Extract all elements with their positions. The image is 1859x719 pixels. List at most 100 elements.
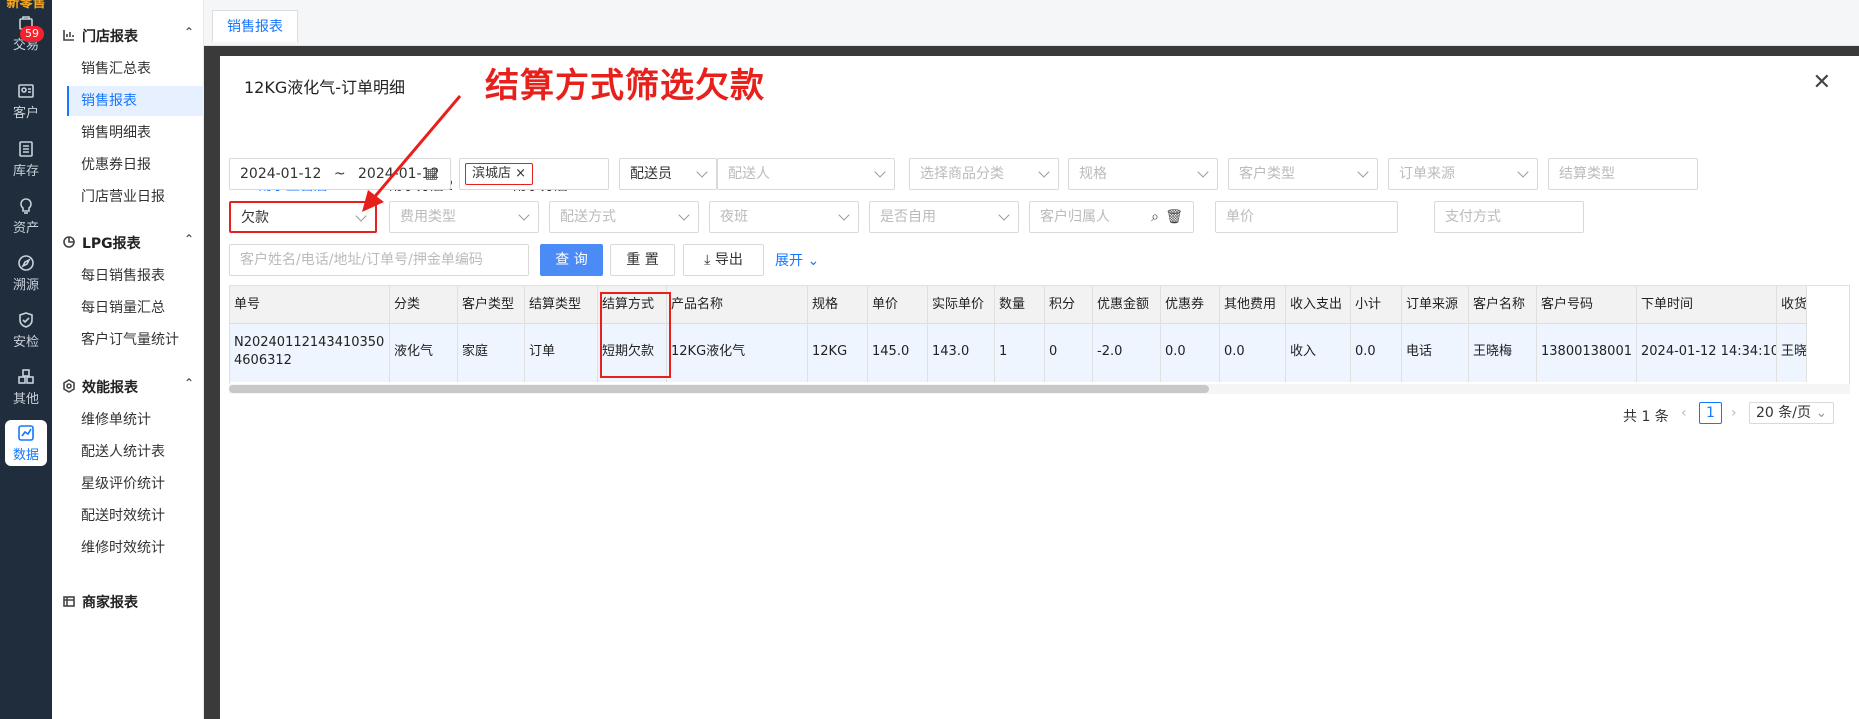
table-header-cell: 收入支出 xyxy=(1286,286,1351,324)
rail-label: 其他 xyxy=(12,392,39,407)
table-cell: N202401121434103504606312 xyxy=(230,324,390,382)
shift-select[interactable]: 夜班 xyxy=(709,201,859,233)
table-cell: 143.0 xyxy=(928,324,995,382)
horizontal-scrollbar[interactable] xyxy=(229,384,1850,394)
page-1[interactable]: 1 xyxy=(1699,402,1722,424)
rail-item-asset[interactable]: 资产 xyxy=(0,193,52,243)
prev-page-icon[interactable]: ‹ xyxy=(1681,405,1687,421)
sidebar-group-lpg-reports[interactable]: LPG报表 ⌃ xyxy=(52,230,204,256)
deliverer-select[interactable]: 配送人 xyxy=(717,158,895,190)
table-header-cell: 积分 xyxy=(1045,286,1093,324)
sidebar-item-repair-stats[interactable]: 维修单统计 xyxy=(67,405,204,435)
sidebar-group-efficiency-reports[interactable]: 效能报表 ⌃ xyxy=(52,374,204,400)
rail-item-data[interactable]: 数据 xyxy=(5,420,47,466)
sidebar-item-repair-timeliness[interactable]: 维修时效统计 xyxy=(67,533,204,563)
export-button[interactable]: ⤓ 导出 xyxy=(683,244,764,276)
expand-label: 展开 xyxy=(775,253,803,269)
rail-item-inventory[interactable]: 库存 xyxy=(0,136,52,186)
sidebar-item-coupon-daily[interactable]: 优惠券日报 xyxy=(67,150,204,180)
table-header-cell: 优惠金额 xyxy=(1093,286,1161,324)
close-icon[interactable]: × xyxy=(515,166,526,181)
settle-method-select[interactable]: 欠款 xyxy=(229,201,377,233)
table-header-cell: 结算类型 xyxy=(525,286,598,324)
close-icon[interactable]: ✕ xyxy=(1813,70,1831,95)
search-icon[interactable]: ⌕ xyxy=(1151,202,1159,232)
table-cell: 12KG xyxy=(808,324,868,382)
keyword-search-placeholder: 客户姓名/电话/地址/订单号/押金单编码 xyxy=(240,252,483,268)
table-header-cell: 单号 xyxy=(230,286,390,324)
sidebar-item-delivery-timeliness[interactable]: 配送时效统计 xyxy=(67,501,204,531)
keyword-search-input[interactable]: 客户姓名/电话/地址/订单号/押金单编码 xyxy=(229,244,529,276)
sidebar-item-store-daily[interactable]: 门店营业日报 xyxy=(67,182,204,212)
rail-item-trade[interactable]: 交易 59 xyxy=(0,10,52,60)
category-select[interactable]: 选择商品分类 xyxy=(909,158,1059,190)
sidebar-item-sales-summary[interactable]: 销售汇总表 xyxy=(67,54,204,84)
page-size-select[interactable]: 20 条/页 ⌄ xyxy=(1749,402,1835,424)
tab-sales-report[interactable]: 销售报表 xyxy=(212,10,298,42)
store-chip[interactable]: 滨城店 × xyxy=(465,163,534,185)
settle-type-placeholder: 结算类型 xyxy=(1559,166,1615,182)
fee-type-select[interactable]: 费用类型 xyxy=(389,201,539,233)
chevron-down-icon: ⌄ xyxy=(807,253,820,269)
table-cell: 收入 xyxy=(1286,324,1351,382)
sidebar: 门店报表 ⌃ 销售汇总表 销售报表 销售明细表 优惠券日报 门店营业日报 LPG… xyxy=(52,0,204,719)
expand-link[interactable]: 展开 ⌄ xyxy=(775,250,819,270)
self-use-select[interactable]: 是否自用 xyxy=(869,201,1019,233)
unit-price-input[interactable]: 单价 xyxy=(1215,201,1398,233)
table-cell: 液化气 xyxy=(390,324,458,382)
table-cell: 家庭 xyxy=(458,324,525,382)
order-source-select[interactable]: 订单来源 xyxy=(1388,158,1538,190)
table-cell: 0 xyxy=(1045,324,1093,382)
settle-type-select[interactable]: 结算类型 xyxy=(1548,158,1698,190)
trash-icon[interactable]: 🗑 xyxy=(1165,202,1183,232)
delivery-method-select[interactable]: 配送方式 xyxy=(549,201,699,233)
owner-select[interactable]: 客户归属人 ⌕ 🗑 xyxy=(1029,201,1194,233)
category-placeholder: 选择商品分类 xyxy=(920,166,1004,182)
spec-placeholder: 规格 xyxy=(1079,166,1107,182)
table-header-cell: 分类 xyxy=(390,286,458,324)
sidebar-group-merchant-reports[interactable]: 商家报表 xyxy=(52,589,204,615)
sidebar-item-daily-sales[interactable]: 每日销售报表 xyxy=(67,261,204,291)
annotation-text: 结算方式筛选欠款 xyxy=(485,66,765,106)
chevron-down-icon xyxy=(998,209,1010,221)
asset-icon xyxy=(17,197,35,215)
rail-item-trace[interactable]: 溯源 xyxy=(0,250,52,300)
chevron-down-icon xyxy=(355,210,367,222)
table-header-cell: 小计 xyxy=(1351,286,1402,324)
rail-item-safety[interactable]: 安检 xyxy=(0,307,52,357)
table-header-cell: 客户号码 xyxy=(1537,286,1637,324)
deliverer-placeholder: 配送人 xyxy=(728,166,770,182)
pay-method-select[interactable]: 支付方式 xyxy=(1434,201,1584,233)
self-use-placeholder: 是否自用 xyxy=(880,209,936,225)
table-header-cell: 收货 xyxy=(1777,286,1807,324)
table-cell: 王晓梅 xyxy=(1469,324,1537,382)
next-page-icon[interactable]: › xyxy=(1731,405,1737,421)
sidebar-item-sales-detail[interactable]: 销售明细表 xyxy=(67,118,204,148)
calendar-icon: ▦ xyxy=(424,166,438,182)
query-button[interactable]: 查 询 xyxy=(540,244,603,276)
inventory-icon xyxy=(17,140,35,158)
deliverer-type-select[interactable]: 配送员 xyxy=(619,158,717,190)
date-range-picker[interactable]: 2024-01-12 ~ 2024-01-12 ▦ xyxy=(229,158,451,190)
rail-item-other[interactable]: 其他 xyxy=(0,364,52,414)
table-header-cell: 其他费用 xyxy=(1220,286,1286,324)
spec-select[interactable]: 规格 xyxy=(1068,158,1218,190)
sidebar-item-sales-report[interactable]: 销售报表 xyxy=(67,86,204,116)
scrollbar-thumb[interactable] xyxy=(229,385,1209,393)
reset-button[interactable]: 重 置 xyxy=(610,244,675,276)
rail-item-customer[interactable]: 客户 xyxy=(0,78,52,128)
table-cell: 145.0 xyxy=(868,324,928,382)
sidebar-item-deliverer-stats[interactable]: 配送人统计表 xyxy=(67,437,204,467)
table-cell: 2024-01-12 14:34:10 xyxy=(1637,324,1777,382)
table-header-cell: 实际单价 xyxy=(928,286,995,324)
sidebar-item-daily-volume[interactable]: 每日销量汇总 xyxy=(67,293,204,323)
merchant-icon xyxy=(62,594,76,608)
sidebar-item-star-rating[interactable]: 星级评价统计 xyxy=(67,469,204,499)
group-label: LPG报表 xyxy=(82,236,141,252)
table-cell: 13800138001 xyxy=(1537,324,1637,382)
sidebar-item-customer-gas-stats[interactable]: 客户订气量统计 xyxy=(67,325,204,355)
customer-type-select[interactable]: 客户类型 xyxy=(1228,158,1378,190)
owner-placeholder: 客户归属人 xyxy=(1040,209,1110,225)
sidebar-group-store-reports[interactable]: 门店报表 ⌃ xyxy=(52,23,204,49)
store-select[interactable]: 滨城店 × xyxy=(459,158,609,190)
